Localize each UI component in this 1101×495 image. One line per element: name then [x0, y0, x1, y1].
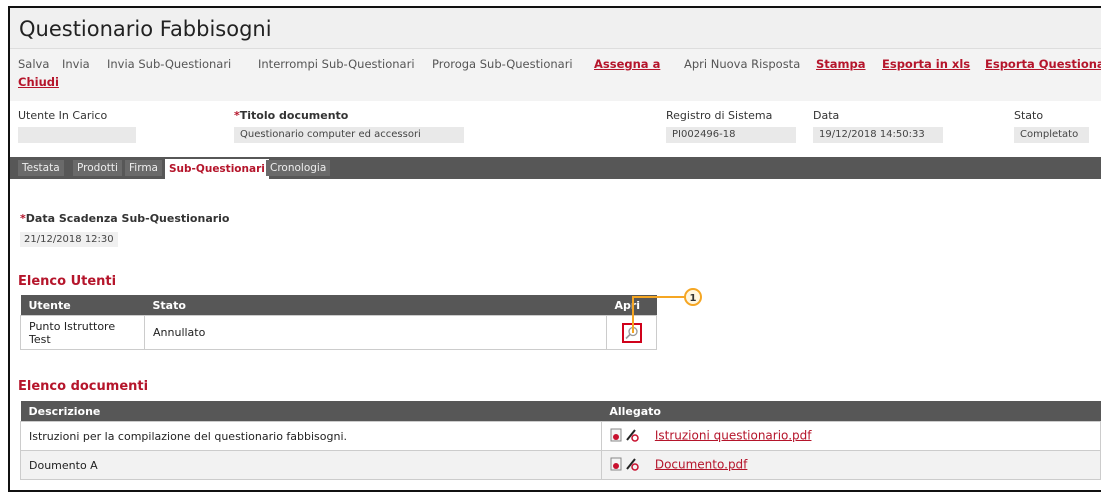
- documents-table: Descrizione Allegato Istruzioni per la c…: [20, 401, 1101, 480]
- signature-icon[interactable]: [625, 428, 640, 442]
- attachment-link[interactable]: Istruzioni questionario.pdf: [655, 428, 812, 442]
- attachment-icons: [610, 457, 640, 474]
- table-row: Istruzioni per la compilazione del quest…: [20, 421, 1101, 451]
- file-icon: [610, 457, 622, 470]
- signature-icon[interactable]: [625, 457, 640, 471]
- document-description: Doumento A: [20, 450, 602, 480]
- attachment-link[interactable]: Documento.pdf: [655, 457, 748, 471]
- col-descrizione: Descrizione: [20, 401, 602, 422]
- document-attachment: Istruzioni questionario.pdf: [600, 421, 1101, 451]
- callout-number: 1: [690, 293, 697, 304]
- col-allegato: Allegato: [601, 401, 1101, 422]
- document-description: Istruzioni per la compilazione del quest…: [20, 421, 602, 451]
- window: Questionario Fabbisogni Salva Invia Invi…: [8, 6, 1101, 492]
- elenco-documenti-title: Elenco documenti: [18, 379, 149, 394]
- file-icon: [610, 428, 622, 441]
- table-row: Doumento A Documento.pdf: [20, 450, 1101, 480]
- document-attachment: Documento.pdf: [600, 450, 1101, 480]
- attachment-icons: [610, 428, 640, 445]
